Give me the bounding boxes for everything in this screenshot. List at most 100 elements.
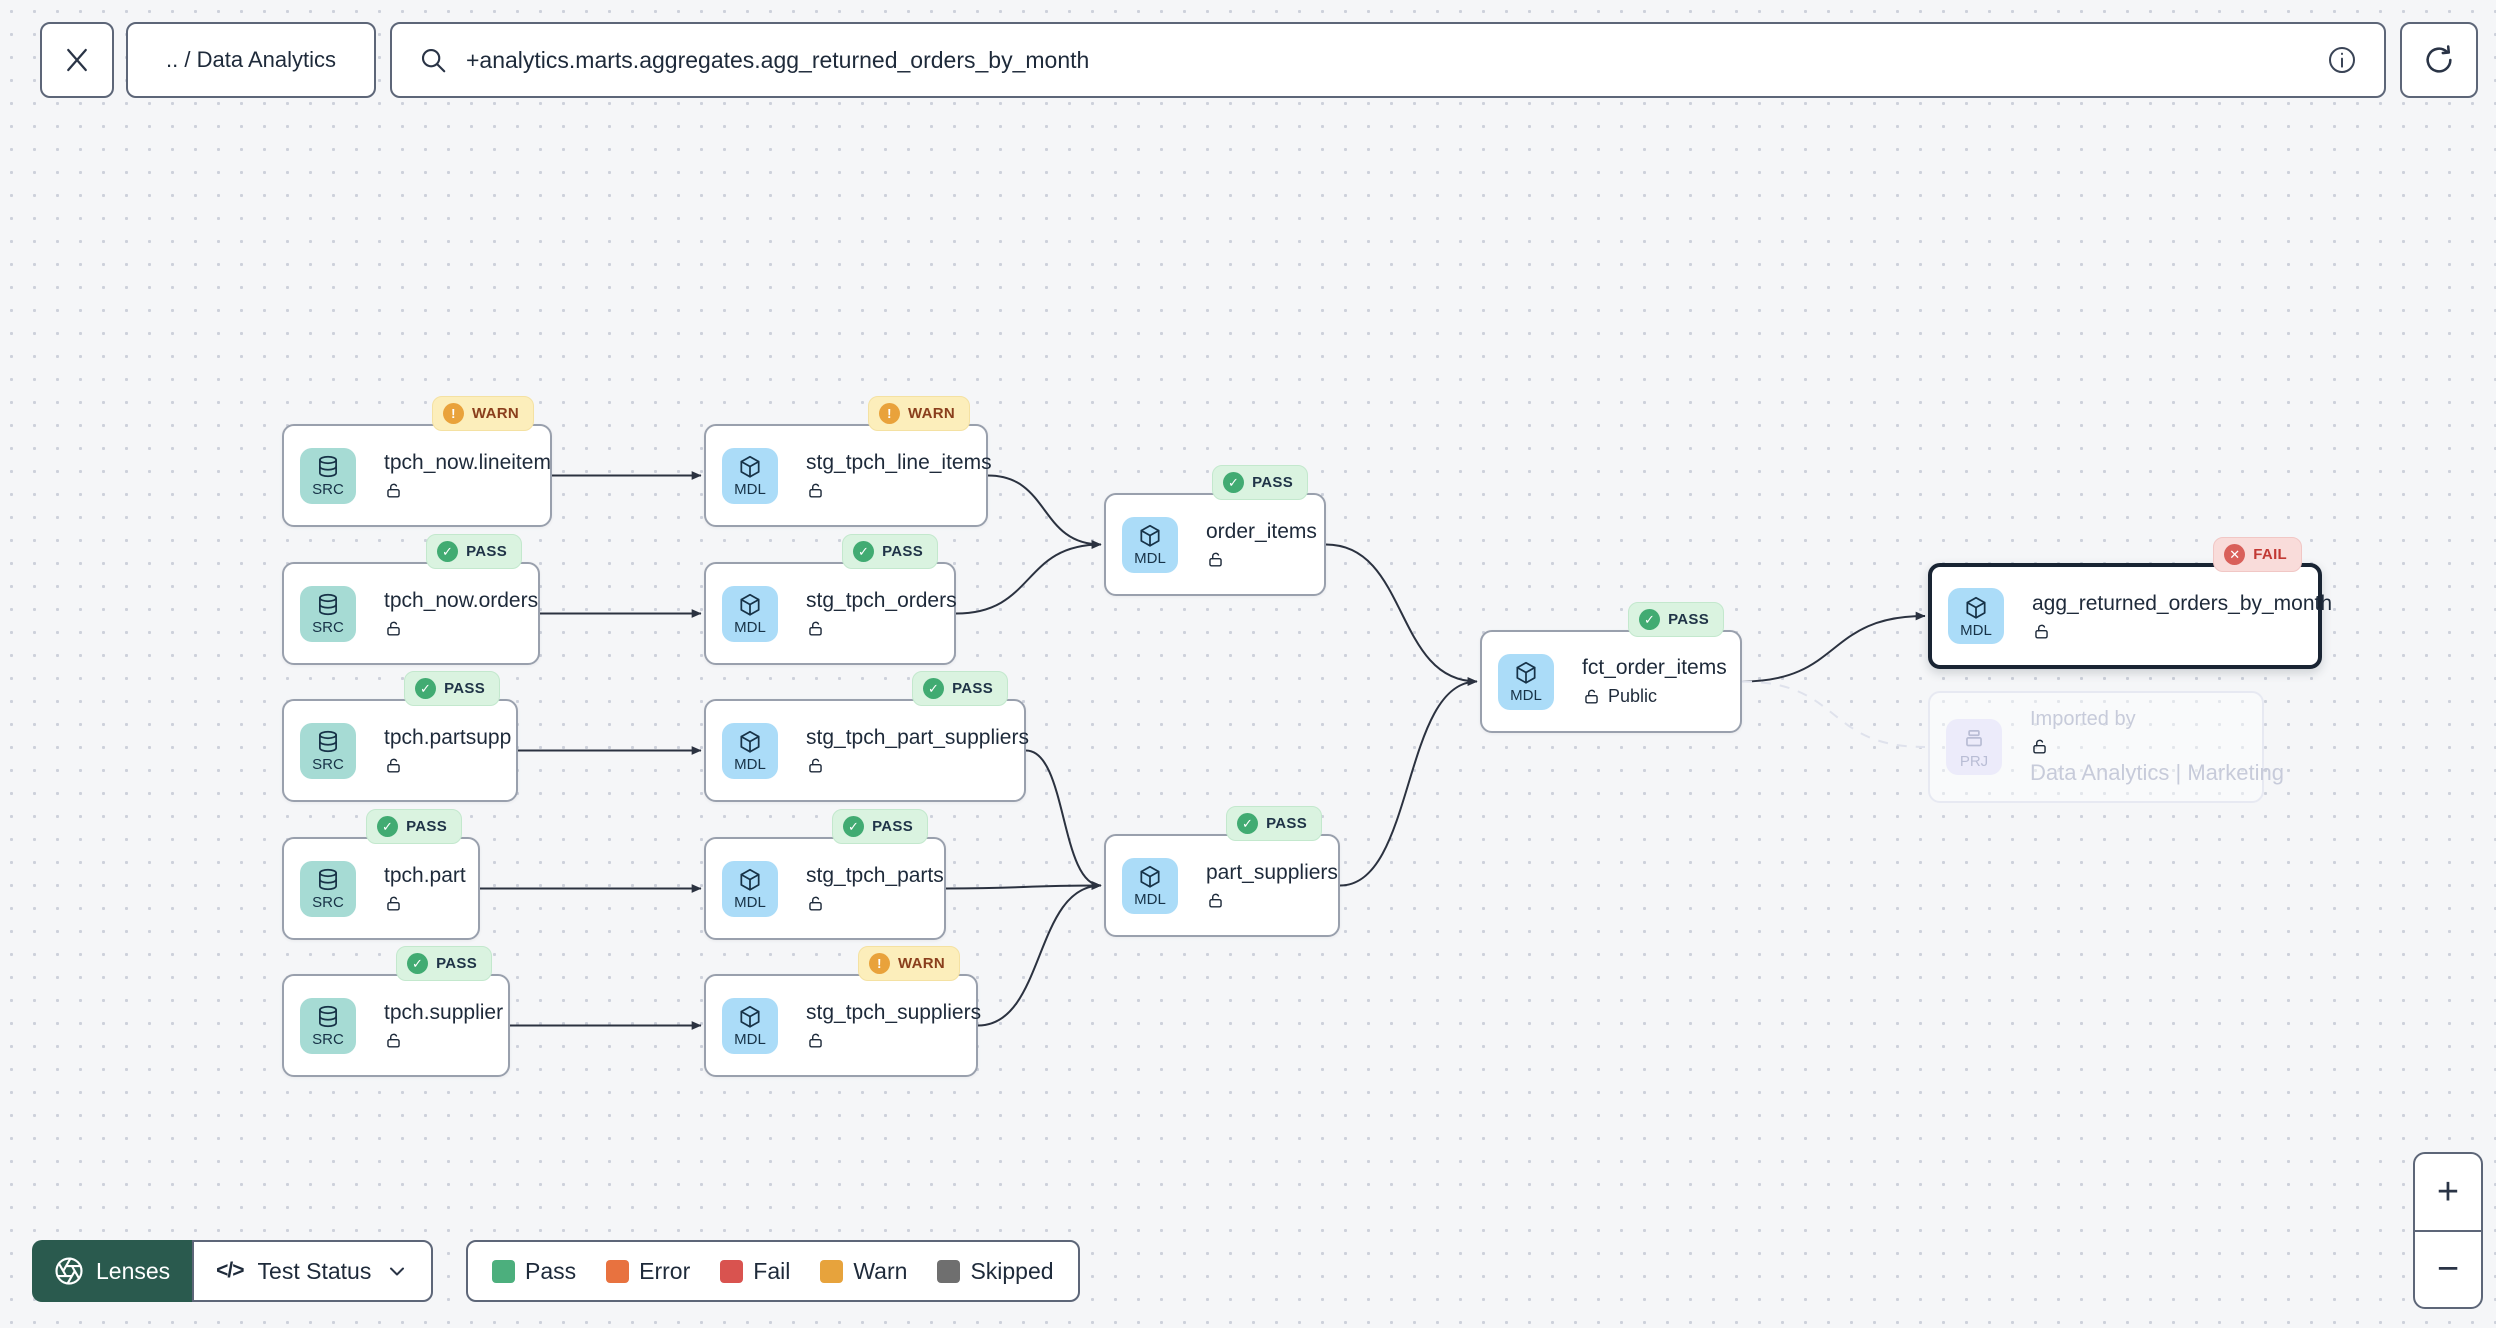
node-label: order_items xyxy=(1206,520,1317,543)
lineage-node-src_part[interactable]: ✓ PASS SRC tpch.part xyxy=(282,809,480,940)
lineage-node-fct_order_items[interactable]: ✓ PASS MDL fct_order_items Public xyxy=(1480,602,1742,733)
node-type-chip: PRJ xyxy=(1946,719,2002,775)
node-label: stg_tpch_parts xyxy=(806,864,944,887)
lineage-node-stg_parts[interactable]: ✓ PASS MDL stg_tpch_parts xyxy=(704,809,946,940)
lock-open-icon xyxy=(1209,893,1222,908)
node-label: Imported by xyxy=(2030,708,2136,730)
lineage-node-stg_line_items[interactable]: ! WARN MDL stg_tpch_line_items xyxy=(704,396,992,527)
cube-icon xyxy=(1516,661,1536,684)
status-badge: ✓ PASS xyxy=(842,534,938,569)
lineage-node-stg_orders[interactable]: ✓ PASS MDL stg_tpch_orders xyxy=(704,534,957,665)
lock-open-icon xyxy=(387,1033,400,1048)
lineage-node-stg_suppliers[interactable]: ! WARN MDL stg_tpch_suppliers xyxy=(704,946,981,1077)
node-access xyxy=(2030,737,2284,756)
node-label: tpch.part xyxy=(384,864,466,887)
node-access xyxy=(384,1031,503,1050)
edge-order_items-to-fct_order_items xyxy=(1325,543,1478,686)
node-label: tpch.supplier xyxy=(384,1001,504,1024)
node-access xyxy=(1206,891,1338,910)
chevron-down-icon xyxy=(390,1267,405,1276)
status-icon: ✓ xyxy=(415,678,437,699)
node-label: tpch_now.lineitem xyxy=(384,451,551,474)
node-type-chip: MDL xyxy=(722,585,778,642)
node-label: tpch.partsupp xyxy=(384,726,512,749)
database-icon xyxy=(319,868,337,891)
lineage-node-imported_project[interactable]: PRJ Imported by Data Analytics | Marketi… xyxy=(1928,691,2284,803)
legend-item: Fail xyxy=(720,1258,790,1285)
node-type-chip: MDL xyxy=(722,447,778,504)
node-label: stg_tpch_line_items xyxy=(806,451,992,474)
zoom-controls: + − xyxy=(2413,1152,2483,1309)
cube-icon xyxy=(740,455,760,478)
lock-open-icon xyxy=(387,758,400,773)
edge-stg_orders-to-order_items xyxy=(955,540,1102,615)
zoom-in-button[interactable]: + xyxy=(2415,1154,2481,1230)
lock-open-icon xyxy=(809,1033,822,1048)
node-type-chip: MDL xyxy=(722,860,778,917)
lineage-node-agg_returned_orders_by_month[interactable]: ✕ FAIL MDL agg_returned_orders_by_month xyxy=(1928,537,2332,669)
status-icon: ✓ xyxy=(843,816,865,837)
status-badge: ✓ PASS xyxy=(396,946,492,981)
test-status-legend: Pass Error Fail Warn Skipped xyxy=(466,1240,1080,1302)
status-badge: ✓ PASS xyxy=(912,671,1008,706)
node-access xyxy=(806,619,957,638)
node-label: part_suppliers xyxy=(1206,861,1338,884)
cube-icon xyxy=(1140,524,1160,547)
lens-selector-dropdown[interactable]: </> Test Status xyxy=(192,1240,434,1302)
node-access xyxy=(806,481,992,500)
legend-item: Skipped xyxy=(937,1258,1054,1285)
node-access xyxy=(806,756,1029,775)
lenses-button[interactable]: Lenses xyxy=(32,1240,193,1302)
legend-swatch xyxy=(492,1259,515,1283)
status-badge: ✓ PASS xyxy=(404,671,500,706)
zoom-out-button[interactable]: − xyxy=(2415,1232,2481,1308)
lineage-node-stg_part_suppliers[interactable]: ✓ PASS MDL stg_tpch_part_suppliers xyxy=(704,671,1029,802)
edge-part_suppliers-to-fct_order_items xyxy=(1339,677,1478,887)
aperture-icon xyxy=(55,1257,83,1285)
node-access xyxy=(2032,622,2332,641)
lock-open-icon xyxy=(2035,624,2048,639)
status-icon: ✓ xyxy=(1237,813,1259,834)
node-type-chip: SRC xyxy=(300,997,356,1054)
lineage-node-src_orders[interactable]: ✓ PASS SRC tpch_now.orders xyxy=(282,534,540,665)
database-icon xyxy=(319,1005,337,1028)
status-badge: ! WARN xyxy=(431,396,534,431)
legend-item: Error xyxy=(606,1258,690,1285)
edge-fct_order_items-to-imported_project xyxy=(1741,680,1926,748)
edge-stg_line_items-to-order_items xyxy=(987,474,1102,549)
lineage-node-src_lineitem[interactable]: ! WARN SRC tpch_now.lineitem xyxy=(282,396,552,527)
legend-swatch xyxy=(720,1259,744,1283)
node-type-chip: MDL xyxy=(1948,588,2004,644)
lineage-node-src_supplier[interactable]: ✓ PASS SRC tpch.supplier xyxy=(282,946,510,1077)
stack-icon xyxy=(1966,729,1982,746)
edge-fct_order_items-to-agg_returned_orders_by_month xyxy=(1741,611,1926,683)
node-access xyxy=(806,1031,981,1050)
lock-open-icon xyxy=(387,621,400,636)
cube-icon xyxy=(1140,865,1160,888)
node-type-chip: SRC xyxy=(300,722,356,779)
status-badge: ✕ FAIL xyxy=(2213,537,2302,572)
lineage-canvas[interactable]: ! WARN SRC tpch_now.lineitem ✓ PASS SRC … xyxy=(0,0,2496,1328)
node-label: stg_tpch_part_suppliers xyxy=(806,726,1029,749)
status-icon: ✓ xyxy=(1223,472,1245,493)
legend-swatch xyxy=(606,1259,630,1283)
cube-icon xyxy=(740,868,760,891)
lineage-node-src_partsupp[interactable]: ✓ PASS SRC tpch.partsupp xyxy=(282,671,518,802)
node-label: fct_order_items xyxy=(1582,656,1727,679)
lineage-node-order_items[interactable]: ✓ PASS MDL order_items xyxy=(1104,465,1326,596)
lock-open-icon xyxy=(809,758,822,773)
database-icon xyxy=(319,593,337,616)
node-type-chip: MDL xyxy=(722,722,778,779)
status-badge: ✓ PASS xyxy=(1212,465,1308,500)
node-type-chip: MDL xyxy=(1122,857,1178,914)
status-badge: ! WARN xyxy=(857,946,960,981)
status-badge: ✓ PASS xyxy=(426,534,522,569)
lineage-node-part_suppliers[interactable]: ✓ PASS MDL part_suppliers xyxy=(1104,806,1340,937)
legend-item: Pass xyxy=(492,1258,576,1285)
lock-open-icon xyxy=(387,483,400,498)
node-type-chip: MDL xyxy=(1498,653,1554,710)
status-icon: ! xyxy=(878,403,900,424)
node-type-chip: SRC xyxy=(300,860,356,917)
code-icon: </> xyxy=(216,1259,244,1282)
lock-open-icon xyxy=(387,896,400,911)
